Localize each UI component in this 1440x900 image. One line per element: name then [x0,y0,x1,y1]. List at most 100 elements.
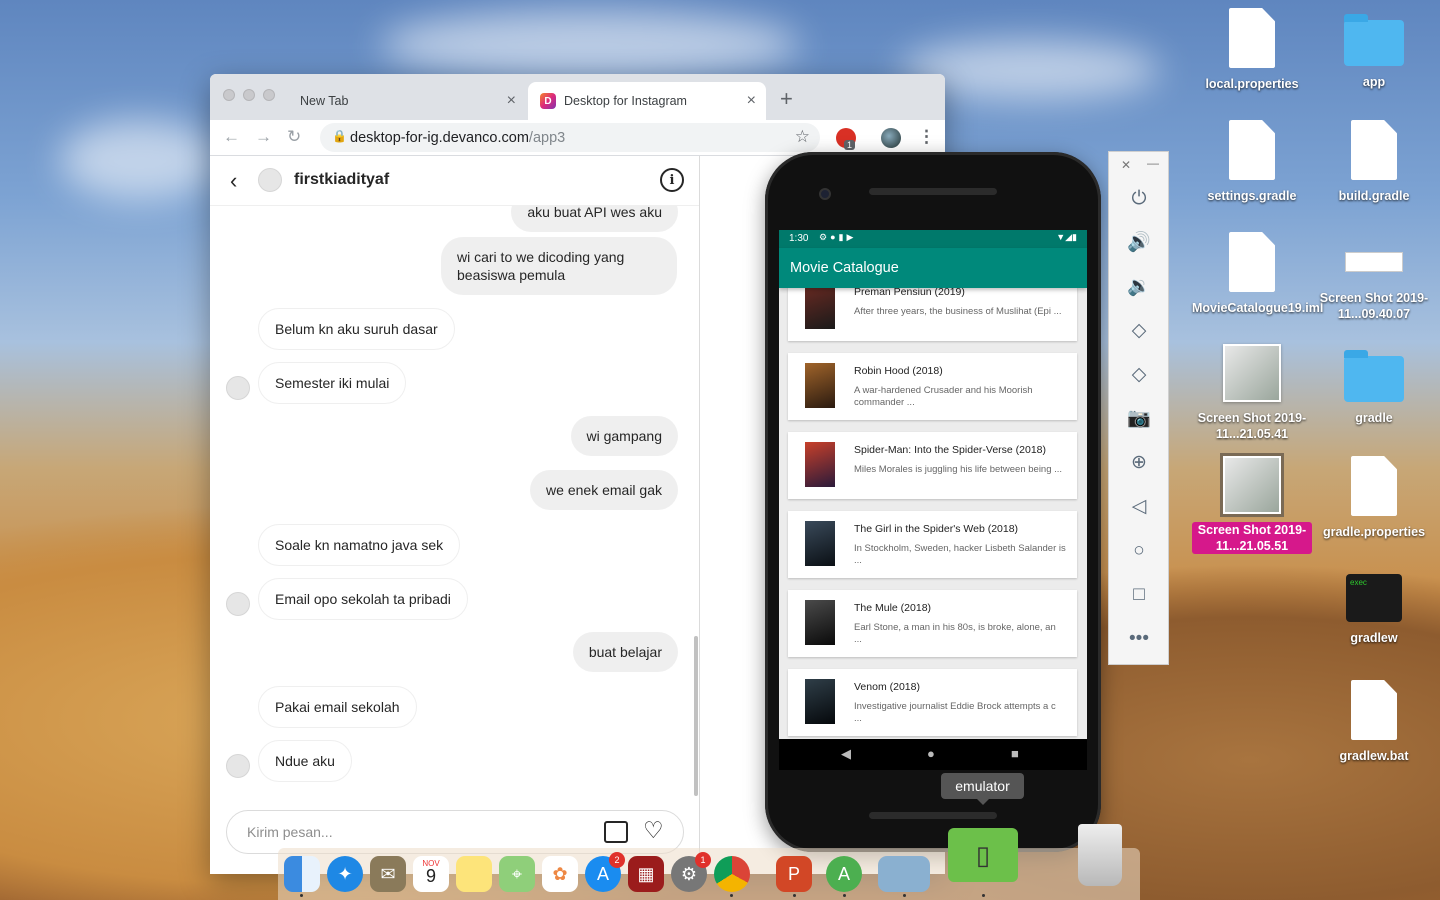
android-back-icon[interactable]: ◀ [841,746,851,762]
calendar-icon[interactable]: NOV 9 [413,856,449,892]
url-host: desktop-for-ig.devanco.com [350,129,529,146]
dm-username[interactable]: firstkiadityaf [294,171,389,189]
volume-down-icon[interactable]: 🔉 [1127,275,1151,299]
minimize-icon[interactable]: — [1147,156,1159,170]
terminal-exec-icon: exec [1346,574,1402,622]
zoom-window-button[interactable] [263,89,275,101]
android-studio-icon[interactable]: A [826,856,862,892]
overview-square-icon[interactable]: □ [1127,583,1151,607]
profile-avatar[interactable] [881,128,901,148]
screenshot-camera-icon[interactable]: 📷 [1127,407,1151,431]
desktop-icon-label: settings.gradle [1207,189,1297,203]
document-icon [1229,8,1275,68]
info-icon[interactable]: i [660,168,684,192]
cloud [60,120,220,200]
desktop-icon-label: build.gradle [1338,189,1410,203]
movie-title: Robin Hood (2018) [854,365,943,377]
powerpoint-icon[interactable]: P [776,856,812,892]
desktop-icon-screenshot-selected[interactable]: Screen Shot 2019-11...21.05.51 [1192,453,1312,555]
more-icon[interactable]: ••• [1127,627,1151,651]
heart-icon[interactable]: ♡ [643,817,664,844]
new-tab-button[interactable]: + [780,86,793,112]
desktop-icon-gradle-properties[interactable]: gradle.properties [1314,456,1434,540]
android-emulator: 1:30 ⚙●▮▶ ▼◢▮ Movie Catalogue Preman Pen… [765,152,1101,852]
scrollbar[interactable] [694,636,698,796]
reload-icon[interactable]: ↻ [287,127,301,147]
tab-desktop-for-instagram[interactable]: D Desktop for Instagram × [528,82,766,120]
finder-icon[interactable] [284,856,320,892]
desktop-icon-iml[interactable]: MovieCatalogue19.iml [1192,232,1323,316]
movie-poster [805,288,835,329]
mail-icon[interactable]: ✉ [370,856,406,892]
close-tab-icon[interactable]: × [747,92,756,110]
menu-kebab-icon[interactable]: ⋮ [918,127,935,147]
movie-description: Miles Morales is juggling his life betwe… [854,464,1063,475]
android-home-icon[interactable]: ● [927,746,935,761]
safari-icon[interactable]: ✦ [327,856,363,892]
preview-icon[interactable] [878,856,930,892]
running-indicator [300,894,303,897]
desktop-icon-gradle[interactable]: gradle [1314,344,1434,426]
photos-icon[interactable]: ✿ [542,856,578,892]
back-triangle-icon[interactable]: ◁ [1127,495,1151,519]
notes-icon[interactable] [456,856,492,892]
trash-icon[interactable] [1078,824,1122,886]
message-input[interactable]: Kirim pesan... [247,824,333,840]
desktop-icon-settings-gradle[interactable]: settings.gradle [1192,120,1312,204]
zoom-icon[interactable]: ⊕ [1127,451,1151,475]
close-icon[interactable]: ✕ [1121,158,1131,172]
movie-card[interactable]: The Girl in the Spider's Web (2018) In S… [788,511,1077,578]
running-indicator [982,894,985,897]
movie-title: The Girl in the Spider's Web (2018) [854,523,1019,535]
bookmark-star-icon[interactable]: ☆ [795,127,810,147]
desktop-icon-label: gradle [1355,411,1393,425]
desktop-icon-label: local.properties [1205,77,1299,91]
desktop-icon-app[interactable]: app [1314,8,1434,90]
status-time: 1:30 [789,233,809,244]
message-list: aku buat API wes aku wi cari to we dicod… [210,206,700,806]
forward-icon[interactable]: → [255,127,272,147]
desktop-icon-label: Screen Shot 2019-11...21.05.51 [1192,522,1312,554]
movie-poster [805,679,835,724]
status-notification-icons: ⚙●▮▶ [819,232,857,242]
image-upload-icon[interactable] [604,821,628,843]
desktop-icon-gradlew[interactable]: exec gradlew [1314,568,1434,646]
tab-new-tab[interactable]: New Tab × [288,82,526,120]
movie-card[interactable]: Robin Hood (2018) A war-hardened Crusade… [788,353,1077,420]
power-icon[interactable]: ⏻ [1127,187,1151,211]
home-circle-icon[interactable]: ○ [1127,539,1151,563]
movie-title: Venom (2018) [854,681,920,693]
back-chevron-icon[interactable]: ‹ [230,168,237,194]
movie-poster [805,363,835,408]
message-in: Ndue aku [258,740,352,782]
android-recents-icon[interactable]: ■ [1011,746,1019,761]
movie-card[interactable]: Venom (2018) Investigative journalist Ed… [788,669,1077,736]
chrome-icon[interactable] [714,856,750,892]
movie-poster [805,521,835,566]
back-icon[interactable]: ← [223,127,240,147]
desktop-icon-build-gradle[interactable]: build.gradle [1314,120,1434,204]
phone-speaker [869,188,997,195]
rotate-right-icon[interactable]: ◇ [1127,363,1151,387]
movie-poster [805,442,835,487]
dm-header: ‹ firstkiadityaf i [210,156,699,206]
desktop-icon-gradlew-bat[interactable]: gradlew.bat [1314,680,1434,764]
rotate-left-icon[interactable]: ◇ [1127,319,1151,343]
desktop-icon-local-properties[interactable]: local.properties [1192,8,1312,92]
movie-card[interactable]: Spider-Man: Into the Spider-Verse (2018)… [788,432,1077,499]
movie-card[interactable]: The Mule (2018) Earl Stone, a man in his… [788,590,1077,657]
desktop-icon-screenshot[interactable]: Screen Shot 2019-11...09.40.07 [1314,232,1434,322]
close-tab-icon[interactable]: × [507,92,516,110]
screenshot-thumbnail [1223,344,1281,402]
address-bar[interactable]: 🔒 desktop-for-ig.devanco.com/app3 ☆ [320,123,820,152]
maps-icon[interactable]: ⌖ [499,856,535,892]
volume-up-icon[interactable]: 🔊 [1127,231,1151,255]
minimize-window-button[interactable] [243,89,255,101]
emulator-dock-icon[interactable]: ▯ [948,828,1018,882]
movie-card[interactable]: Preman Pensiun (2019) After three years,… [788,288,1077,341]
desktop-icon-screenshot[interactable]: Screen Shot 2019-11...21.05.41 [1192,344,1312,442]
avatar[interactable] [258,168,282,192]
close-window-button[interactable] [223,89,235,101]
dock-tooltip: emulator [941,773,1024,805]
photo-booth-icon[interactable]: ▦ [628,856,664,892]
